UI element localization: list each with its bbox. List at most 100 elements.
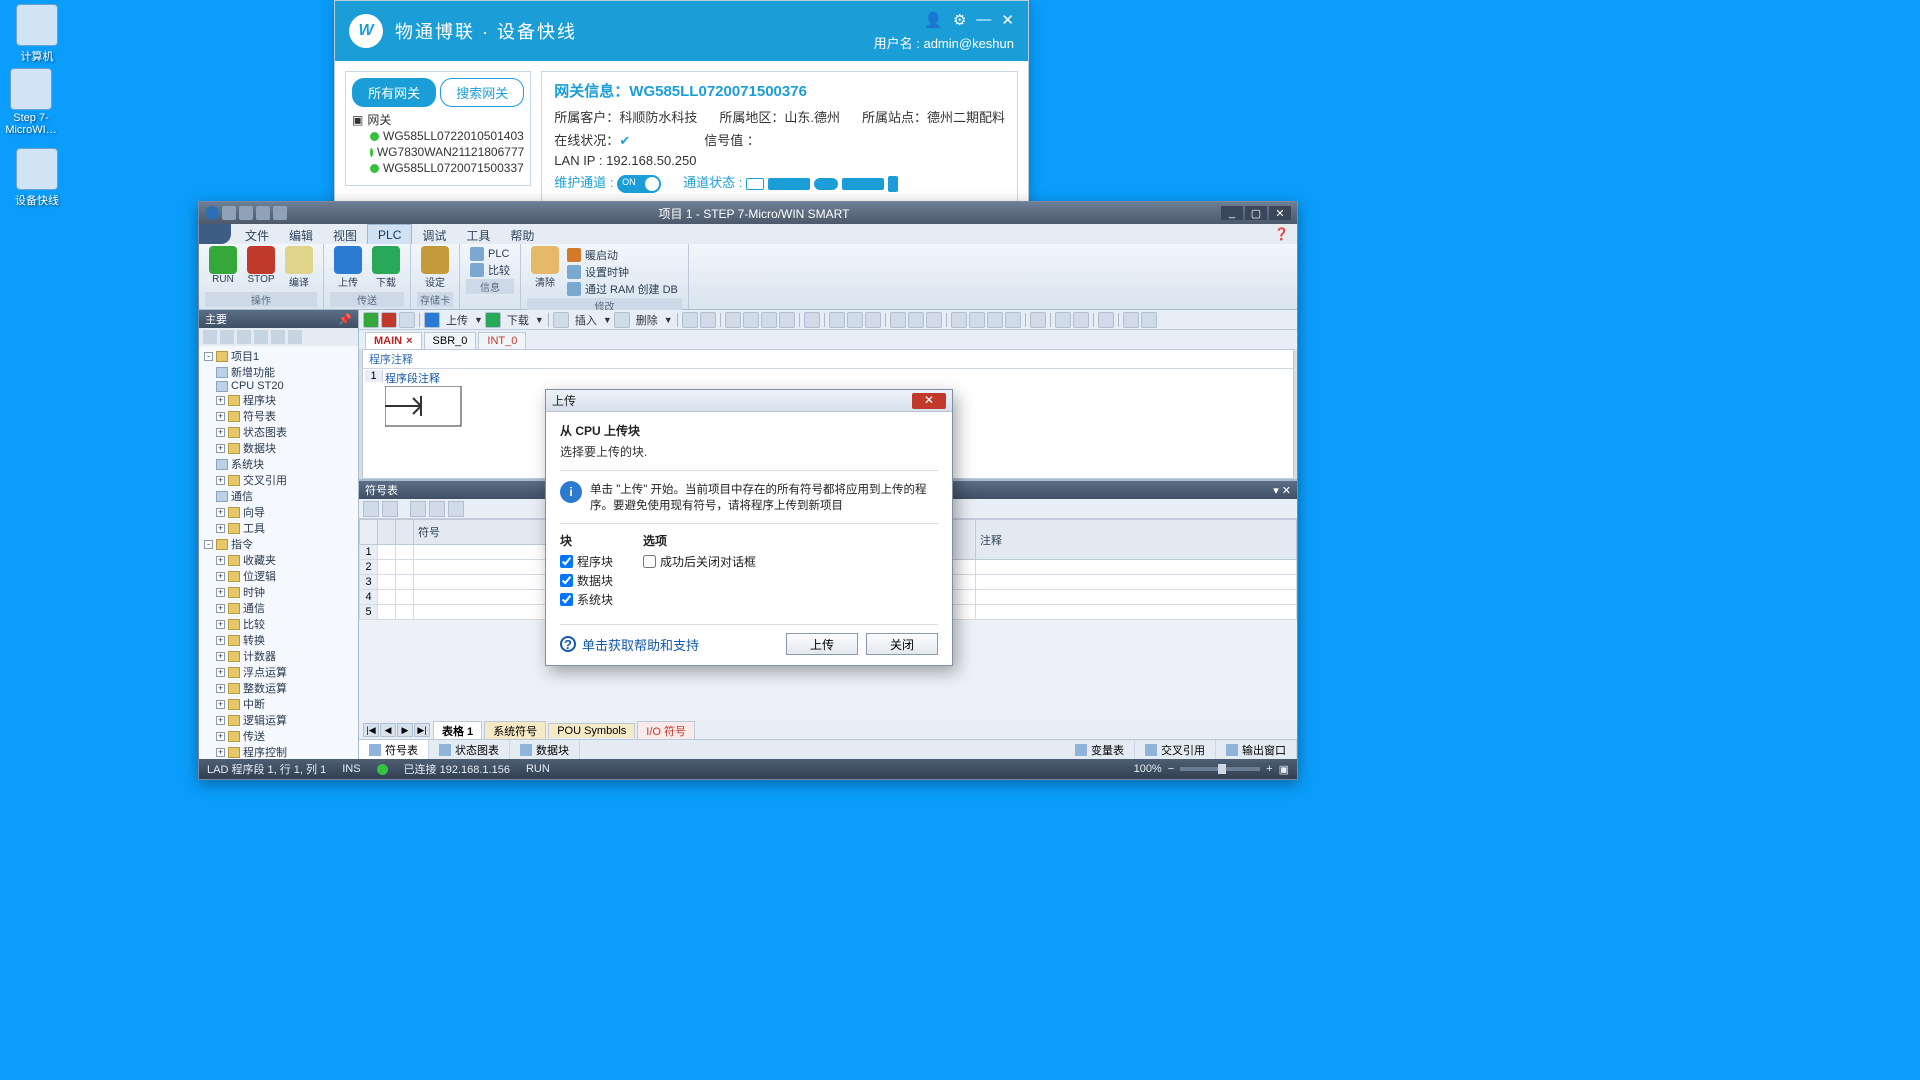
print-icon[interactable] xyxy=(273,206,287,220)
bottom-tab-data[interactable]: 数据块 xyxy=(510,740,580,760)
col-comment[interactable]: 注释 xyxy=(976,520,1297,560)
tree-tool-icon[interactable] xyxy=(288,330,302,344)
refresh-icon[interactable] xyxy=(399,312,415,328)
tool-icon[interactable] xyxy=(700,312,716,328)
dialog-help-link[interactable]: ?单击获取帮助和支持 xyxy=(560,635,699,654)
tool-icon[interactable] xyxy=(1098,312,1114,328)
checkbox-data-block[interactable]: 数据块 xyxy=(560,572,613,589)
stop-button[interactable]: STOP xyxy=(243,246,279,292)
create-db-button[interactable]: 通过 RAM 创建 DB xyxy=(567,281,678,297)
col-flag1[interactable] xyxy=(378,520,396,545)
zoom-in-icon[interactable]: + xyxy=(1266,763,1272,775)
bottom-tab-output[interactable]: 输出窗口 xyxy=(1216,740,1297,760)
checkbox-program-block[interactable]: 程序块 xyxy=(560,553,613,570)
sym-tab-table1[interactable]: 表格 1 xyxy=(433,721,482,740)
pane-pin-icon[interactable]: 📌 xyxy=(338,313,352,326)
maintenance-switch[interactable] xyxy=(617,175,661,193)
tool-icon[interactable] xyxy=(829,312,845,328)
tree-item[interactable]: +符号表 xyxy=(202,408,355,424)
tool-icon[interactable] xyxy=(987,312,1003,328)
sym-tool-icon[interactable] xyxy=(410,501,426,517)
gateway-node[interactable]: WG585LL0720071500337 xyxy=(370,160,524,176)
tree-item[interactable]: +程序控制 xyxy=(202,744,355,759)
tree-item[interactable]: 系统块 xyxy=(202,456,355,472)
orb-icon[interactable] xyxy=(205,206,219,220)
stop-icon[interactable] xyxy=(381,312,397,328)
minimize-icon[interactable]: — xyxy=(976,11,991,29)
tool-icon[interactable] xyxy=(1055,312,1071,328)
menu-debug[interactable]: 调试 xyxy=(412,224,456,244)
col-flag2[interactable] xyxy=(396,520,414,545)
tree-project-root[interactable]: -项目1 xyxy=(202,348,355,364)
segment-comment[interactable]: 程序段注释 xyxy=(385,370,440,386)
sym-tool-icon[interactable] xyxy=(363,501,379,517)
ladder-rung-icon[interactable] xyxy=(385,386,465,430)
bottom-tab-status[interactable]: 状态图表 xyxy=(429,740,510,760)
tool-icon[interactable] xyxy=(908,312,924,328)
tool-icon[interactable] xyxy=(779,312,795,328)
tool-icon[interactable] xyxy=(1141,312,1157,328)
sym-tab-pou[interactable]: POU Symbols xyxy=(548,723,635,738)
menu-tools[interactable]: 工具 xyxy=(456,224,500,244)
tree-item[interactable]: CPU ST20 xyxy=(202,380,355,392)
tool-icon[interactable] xyxy=(951,312,967,328)
tool-icon[interactable] xyxy=(761,312,777,328)
tree-item[interactable]: +位逻辑 xyxy=(202,568,355,584)
maximize-button[interactable]: ▢ xyxy=(1245,206,1267,220)
tool-icon[interactable] xyxy=(926,312,942,328)
download-button[interactable]: 下载 xyxy=(368,246,404,292)
tree-item[interactable]: +通信 xyxy=(202,600,355,616)
tree-item[interactable]: +状态图表 xyxy=(202,424,355,440)
upload-icon[interactable] xyxy=(424,312,440,328)
setup-button[interactable]: 设定 xyxy=(417,246,453,292)
insert-icon[interactable] xyxy=(553,312,569,328)
tree-item[interactable]: 通信 xyxy=(202,488,355,504)
sym-tool-icon[interactable] xyxy=(448,501,464,517)
tree-item[interactable]: +收藏夹 xyxy=(202,552,355,568)
dialog-close-icon[interactable]: ✕ xyxy=(912,393,946,409)
next-icon[interactable]: ▶ xyxy=(397,723,413,737)
delete-icon[interactable] xyxy=(614,312,630,328)
dialog-close-button[interactable]: 关闭 xyxy=(866,633,938,655)
menu-help[interactable]: 帮助 xyxy=(500,224,544,244)
tree-item[interactable]: +浮点运算 xyxy=(202,664,355,680)
tab-main[interactable]: MAIN× xyxy=(365,332,422,349)
tree-tool-icon[interactable] xyxy=(254,330,268,344)
menu-edit[interactable]: 编辑 xyxy=(279,224,323,244)
tab-int0[interactable]: INT_0 xyxy=(478,332,526,349)
bottom-tab-vartable[interactable]: 变量表 xyxy=(1065,740,1135,760)
sym-tab-system[interactable]: 系统符号 xyxy=(484,721,546,740)
tree-item[interactable]: +逻辑运算 xyxy=(202,712,355,728)
bottom-tab-xref[interactable]: 交叉引用 xyxy=(1135,740,1216,760)
zoom-out-icon[interactable]: − xyxy=(1168,763,1174,775)
tool-icon[interactable] xyxy=(1073,312,1089,328)
upload-button[interactable]: 上传 xyxy=(330,246,366,292)
prev-icon[interactable]: ◀ xyxy=(380,723,396,737)
program-comment[interactable]: 程序注释 xyxy=(363,350,1293,369)
close-button[interactable]: ✕ xyxy=(1269,206,1291,220)
new-icon[interactable] xyxy=(222,206,236,220)
checkbox-close-after[interactable]: 成功后关闭对话框 xyxy=(643,553,756,570)
bottom-tab-symbol[interactable]: 符号表 xyxy=(359,740,429,760)
tab-search-gateways[interactable]: 搜索网关 xyxy=(440,78,524,107)
tree-tool-icon[interactable] xyxy=(237,330,251,344)
menu-file[interactable]: 文件 xyxy=(235,224,279,244)
desktop-icon-computer[interactable]: 计算机 xyxy=(6,4,68,64)
tool-icon[interactable] xyxy=(865,312,881,328)
tree-item[interactable]: +数据块 xyxy=(202,440,355,456)
tree-item[interactable]: +比较 xyxy=(202,616,355,632)
tree-item[interactable]: +整数运算 xyxy=(202,680,355,696)
tab-all-gateways[interactable]: 所有网关 xyxy=(352,78,436,107)
gateway-titlebar[interactable]: W 物通博联 · 设备快线 👤 ⚙ — ✕ 用户名 : admin@keshun xyxy=(335,1,1028,61)
last-icon[interactable]: ▶| xyxy=(414,723,430,737)
close-icon[interactable]: ✕ xyxy=(1001,11,1014,29)
download-icon[interactable] xyxy=(485,312,501,328)
tool-icon[interactable] xyxy=(804,312,820,328)
run-icon[interactable] xyxy=(363,312,379,328)
first-icon[interactable]: |◀ xyxy=(363,723,379,737)
dialog-upload-button[interactable]: 上传 xyxy=(786,633,858,655)
tool-icon[interactable] xyxy=(725,312,741,328)
desktop-icon-step7[interactable]: Step 7-MicroWI… xyxy=(0,68,62,136)
compile-button[interactable]: 编译 xyxy=(281,246,317,292)
checkbox-system-block[interactable]: 系统块 xyxy=(560,591,613,608)
